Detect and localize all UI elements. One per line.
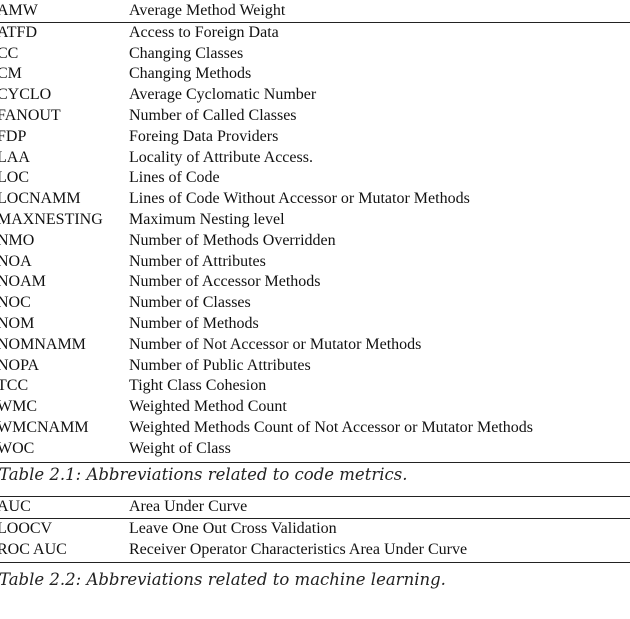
table-row: WOC Weight of Class — [0, 439, 630, 460]
definition: Number of Public Attributes — [129, 356, 311, 374]
table-row: TCC Tight Class Cohesion — [0, 376, 630, 397]
definition: Access to Foreign Data — [129, 23, 279, 41]
table-caption: Table 2.1: Abbreviations related to code… — [0, 465, 408, 484]
table-row: NOC Number of Classes — [0, 293, 630, 314]
abbreviation: NOAM — [0, 273, 46, 291]
table-row: ATFD Access to Foreign Data — [0, 23, 630, 44]
abbreviation: CC — [0, 44, 19, 62]
definition: Number of Methods — [129, 314, 259, 332]
table-row: FANOUT Number of Called Classes — [0, 106, 630, 127]
abbreviation: NOMNAMM — [0, 335, 86, 353]
definition: Number of Called Classes — [129, 106, 297, 124]
abbreviation: FDP — [0, 127, 27, 145]
table-row: CM Changing Methods — [0, 64, 630, 85]
code-metrics-table: AMW Average Method Weight ATFD Access to … — [0, 1, 630, 463]
machine-learning-table: AUC Area Under Curve LOOCV Leave One Out … — [0, 496, 630, 564]
abbreviation: LOCNAMM — [0, 190, 81, 208]
definition: Lines of Code Without Accessor or Mutato… — [129, 190, 470, 208]
abbreviation: LOOCV — [0, 519, 53, 537]
table-row: ROC AUC Receiver Operator Characteristics… — [0, 540, 630, 561]
table-row: MAXNESTING Maximum Nesting level — [0, 210, 630, 231]
abbreviation: WOC — [0, 439, 35, 457]
abbreviation: LAA — [0, 148, 30, 166]
abbreviation: CYCLO — [0, 86, 52, 104]
table-row: WMC Weighted Method Count — [0, 397, 630, 418]
abbreviation: LOC — [0, 169, 29, 187]
abbreviation: WMC — [0, 398, 37, 416]
definition: Number of Not Accessor or Mutator Method… — [129, 335, 422, 353]
table-row: CYCLO Average Cyclomatic Number — [0, 85, 630, 106]
definition: Maximum Nesting level — [129, 210, 285, 228]
table-row: LOCNAMM Lines of Code Without Accessor or… — [0, 189, 630, 210]
table-caption: Table 2.2: Abbreviations related to mach… — [0, 570, 446, 589]
definition: Receiver Operator Characteristics Area U… — [129, 540, 468, 558]
table-row: FDP Foreing Data Providers — [0, 127, 630, 148]
table-header-row: AMW Average Method Weight — [0, 1, 630, 22]
definition: Lines of Code — [129, 169, 220, 187]
abbreviation: WMCNAMM — [0, 418, 89, 436]
table-row: NOMNAMM Number of Not Accessor or Mutator… — [0, 335, 630, 356]
definition: Changing Classes — [129, 44, 244, 62]
table-row: LOC Lines of Code — [0, 168, 630, 189]
table-row: NOPA Number of Public Attributes — [0, 356, 630, 377]
definition: Area Under Curve — [129, 498, 248, 515]
table-row: NOAM Number of Accessor Methods — [0, 272, 630, 293]
definition: Weight of Class — [129, 439, 231, 457]
definition: Number of Attributes — [129, 252, 266, 270]
definition: Changing Methods — [129, 65, 252, 83]
table-row: NOM Number of Methods — [0, 314, 630, 335]
table-rule — [0, 562, 630, 564]
abbreviation: NMO — [0, 231, 35, 249]
definition: Weighted Method Count — [129, 398, 287, 416]
abbreviation: FANOUT — [0, 106, 61, 124]
abbreviation: NOM — [0, 314, 35, 332]
table-row: NMO Number of Methods Overridden — [0, 231, 630, 252]
table-row: WMCNAMM Weighted Methods Count of Not Acc… — [0, 418, 630, 439]
abbreviation: ATFD — [0, 23, 38, 41]
abbreviation: AUC — [0, 498, 31, 515]
table-row: LOOCV Leave One Out Cross Validation — [0, 519, 630, 540]
definition: Locality of Attribute Access. — [129, 148, 313, 166]
definition: Number of Accessor Methods — [129, 273, 321, 291]
definition: Leave One Out Cross Validation — [129, 519, 337, 537]
definition: Average Cyclomatic Number — [129, 86, 317, 104]
abbreviation: ROC AUC — [0, 540, 67, 558]
table-header-row: AUC Area Under Curve — [0, 497, 630, 518]
definition: Number of Classes — [129, 294, 251, 312]
definition: Tight Class Cohesion — [129, 377, 267, 395]
definition: Weighted Methods Count of Not Accessor o… — [129, 418, 533, 436]
table-row: LAA Locality of Attribute Access. — [0, 148, 630, 169]
table-row: NOA Number of Attributes — [0, 252, 630, 273]
abbreviation: NOA — [0, 252, 32, 270]
abbreviation: NOC — [0, 294, 31, 312]
abbreviation: NOPA — [0, 356, 40, 374]
definition: Foreing Data Providers — [129, 127, 279, 145]
table-rule — [0, 461, 630, 463]
abbreviation: AMW — [0, 2, 38, 19]
abbreviation: MAXNESTING — [0, 210, 103, 228]
abbreviation: TCC — [0, 377, 29, 395]
table-row: CC Changing Classes — [0, 44, 630, 65]
definition: Average Method Weight — [129, 2, 286, 19]
abbreviation: CM — [0, 65, 22, 83]
definition: Number of Methods Overridden — [129, 231, 336, 249]
